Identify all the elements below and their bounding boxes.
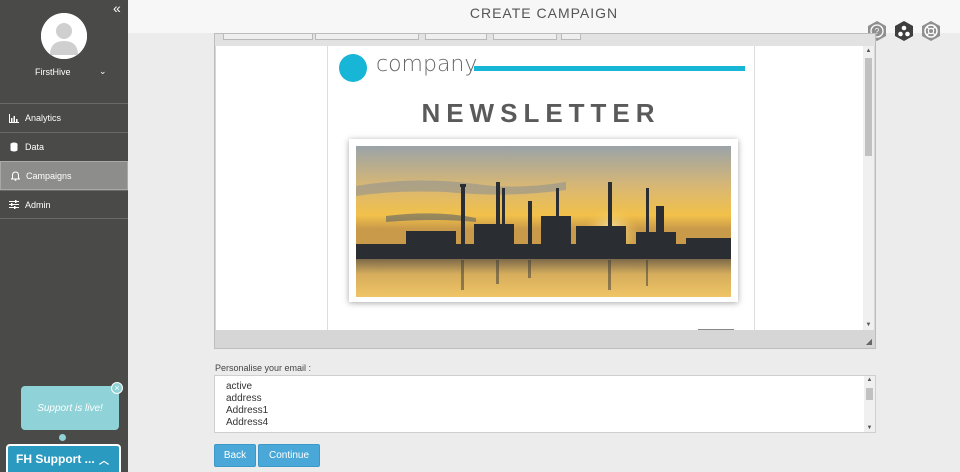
user-name[interactable]: FirstHive xyxy=(35,67,71,77)
scroll-up-icon[interactable]: ▲ xyxy=(863,48,874,54)
sidebar-item-label: Campaigns xyxy=(26,170,72,181)
scroll-up-icon[interactable]: ▲ xyxy=(864,377,875,383)
toolbar-font-dropdown[interactable] xyxy=(425,34,487,40)
bar-chart-icon xyxy=(8,113,20,123)
sidebar-item-label: Admin xyxy=(25,199,51,210)
sidebar-item-campaigns[interactable]: Campaigns xyxy=(0,161,128,190)
toolbar-align-group[interactable] xyxy=(315,34,419,40)
refinery-sunset-image xyxy=(356,146,731,297)
list-item[interactable]: active xyxy=(215,381,268,393)
header: CREATE CAMPAIGN xyxy=(128,0,960,33)
email-editor[interactable]: company NEWSLETTER ▲ ▼ ◢ xyxy=(214,33,876,349)
sidebar-item-label: Data xyxy=(25,142,45,152)
toolbar-size-dropdown[interactable] xyxy=(493,34,557,40)
scroll-down-icon[interactable]: ▼ xyxy=(864,425,875,431)
continue-button[interactable]: Continue xyxy=(258,444,320,467)
sidebar: « FirstHive ⌄ Analytics Data Campaigns A… xyxy=(0,0,128,472)
sidebar-item-admin[interactable]: Admin xyxy=(0,190,128,219)
fields-list: active address Address1 Address4 xyxy=(215,381,268,429)
support-bar-label: FH Support ... xyxy=(16,452,95,466)
toolbar-format-group[interactable] xyxy=(223,34,313,40)
collapse-sidebar-icon[interactable]: « xyxy=(113,0,121,16)
sliders-icon xyxy=(8,200,20,209)
avatar[interactable] xyxy=(41,13,87,59)
hero-image-frame[interactable] xyxy=(349,139,738,302)
personalise-fields-list[interactable]: active address Address1 Address4 ▲ ▼ xyxy=(214,375,876,433)
chevron-down-icon[interactable]: ⌄ xyxy=(99,66,107,77)
fields-scrollbar[interactable]: ▲ ▼ xyxy=(864,376,875,432)
list-item[interactable]: Address1 xyxy=(215,405,268,417)
support-bubble-text: Support is live! xyxy=(37,402,103,414)
lifebuoy-icon[interactable] xyxy=(920,20,942,42)
editor-statusbar: ◢ xyxy=(215,330,875,348)
toolbar-color-button[interactable] xyxy=(561,34,581,40)
list-item[interactable]: address xyxy=(215,393,268,405)
resize-handle-icon[interactable]: ◢ xyxy=(866,337,872,346)
newsletter-title: NEWSLETTER xyxy=(421,98,661,128)
scroll-thumb[interactable] xyxy=(866,388,873,400)
personalise-label: Personalise your email : xyxy=(215,363,312,373)
sidebar-item-label: Analytics xyxy=(25,113,62,123)
editor-toolbar xyxy=(215,34,875,46)
editor-canvas[interactable]: company NEWSLETTER xyxy=(216,46,863,330)
logo-accent-line xyxy=(474,66,745,71)
scroll-thumb[interactable] xyxy=(865,58,872,156)
bell-icon xyxy=(9,170,21,181)
sidebar-item-analytics[interactable]: Analytics xyxy=(0,103,128,132)
support-bubble-tail xyxy=(59,434,66,441)
list-item[interactable]: Address4 xyxy=(215,417,268,429)
share-nodes-icon[interactable] xyxy=(893,20,915,42)
sidebar-item-data[interactable]: Data xyxy=(0,132,128,161)
support-chat-bar[interactable]: FH Support ... ︿ xyxy=(6,444,121,472)
tool-icons: ? xyxy=(866,20,942,42)
back-button[interactable]: Back xyxy=(214,444,256,467)
newsletter-template: company NEWSLETTER xyxy=(327,46,755,330)
close-icon[interactable]: × xyxy=(111,382,123,394)
company-logo-mark xyxy=(339,54,367,82)
support-bubble[interactable]: Support is live! xyxy=(21,386,119,430)
page-title: CREATE CAMPAIGN xyxy=(469,5,619,21)
database-icon xyxy=(8,142,20,152)
scroll-down-icon[interactable]: ▼ xyxy=(863,322,874,328)
chevron-up-icon[interactable]: ︿ xyxy=(99,452,109,467)
sidebar-nav: Analytics Data Campaigns Admin xyxy=(0,103,128,219)
editor-scrollbar[interactable]: ▲ ▼ xyxy=(863,46,874,330)
company-logo-text: company xyxy=(376,52,478,77)
